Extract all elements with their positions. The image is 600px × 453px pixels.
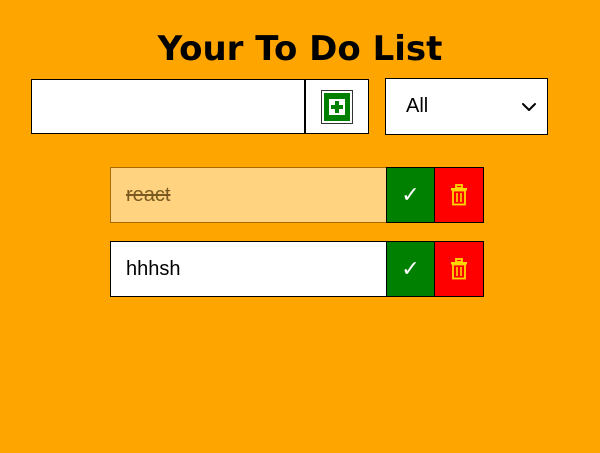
- filter-selected-value: All: [406, 95, 429, 117]
- todo-text-box: hhhsh: [110, 241, 386, 297]
- todo-text-box: react: [110, 167, 386, 223]
- chevron-down-icon: [521, 102, 537, 112]
- todo-text: react: [126, 183, 171, 206]
- complete-button[interactable]: ✓: [386, 241, 435, 297]
- todo-item: react ✓: [110, 167, 484, 223]
- delete-button[interactable]: [435, 241, 484, 297]
- page-title: Your To Do List: [157, 28, 443, 69]
- plus-square-icon: [321, 89, 353, 124]
- checkmark-icon: ✓: [401, 256, 420, 282]
- checkmark-icon: ✓: [401, 182, 420, 208]
- todo-text: hhhsh: [126, 257, 181, 280]
- todo-input[interactable]: [31, 79, 306, 134]
- trash-icon: [450, 184, 468, 206]
- add-todo-button[interactable]: [306, 79, 369, 134]
- trash-icon: [450, 258, 468, 280]
- complete-button[interactable]: ✓: [386, 167, 435, 223]
- filter-select[interactable]: All: [385, 78, 548, 135]
- delete-button[interactable]: [435, 167, 484, 223]
- todo-form: [31, 79, 369, 134]
- todo-item: hhhsh ✓: [110, 241, 484, 297]
